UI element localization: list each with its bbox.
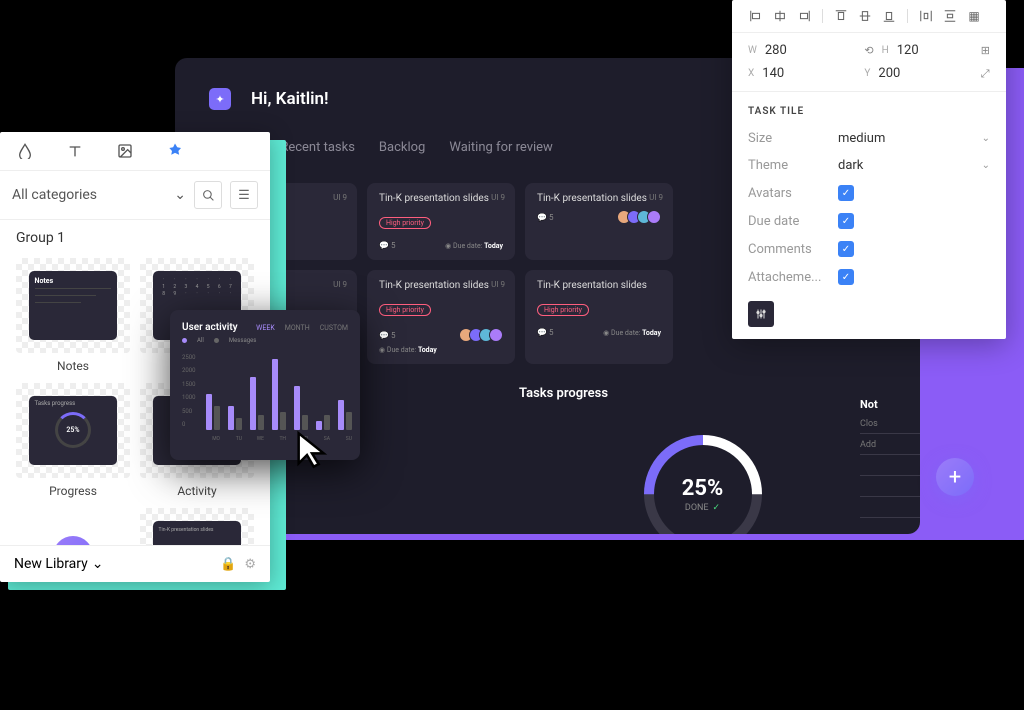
group-label: Group 1 xyxy=(0,220,270,250)
library-item[interactable]: Tin-K presentation slides xyxy=(140,508,254,545)
bar-chart: 2500 2000 1500 1000 500 0 MO TU WE TH FR… xyxy=(182,354,348,442)
section-title: TASK TILE xyxy=(732,92,1006,125)
gear-icon[interactable]: ⚙ xyxy=(244,557,256,572)
distribute-v-icon[interactable] xyxy=(940,6,960,26)
app-logo: ✦ xyxy=(209,88,231,110)
lock-aspect-icon[interactable]: ⤢ xyxy=(981,67,990,81)
priority-badge: High priority xyxy=(379,304,431,316)
range-custom[interactable]: CUSTOM xyxy=(320,324,348,332)
comments-icon: 💬 5 xyxy=(537,213,553,222)
chevron-down-icon: ⌄ xyxy=(982,160,990,171)
library-footer: New Library ⌄ 🔒 ⚙ xyxy=(0,545,270,582)
library-item-progress[interactable]: Tasks progress25% Progress xyxy=(16,383,130,498)
lock-icon[interactable]: 🔒 xyxy=(220,557,236,572)
chart-legend: All Messages xyxy=(182,337,348,344)
attachments-checkbox[interactable]: ✓ xyxy=(838,269,854,285)
tab-review[interactable]: Waiting for review xyxy=(449,140,552,165)
alignment-toolbar: ▦ xyxy=(732,0,1006,33)
constraints-icon[interactable]: ⊞ xyxy=(981,44,990,57)
chevron-down-icon: ⌄ xyxy=(174,187,186,203)
image-icon[interactable] xyxy=(116,142,134,160)
align-center-v-icon[interactable] xyxy=(855,6,875,26)
task-card[interactable]: Tin-K presentation slides UI 9 💬 5 xyxy=(525,183,673,260)
comments-icon: 💬 5 xyxy=(379,241,395,250)
chevron-down-icon: ⌄ xyxy=(92,556,104,572)
range-week[interactable]: WEEK xyxy=(256,324,275,332)
tasks-progress: Tasks progress 25% DONE✓ xyxy=(519,386,886,534)
tab-recent[interactable]: Recent tasks xyxy=(280,140,355,165)
avatars-checkbox[interactable]: ✓ xyxy=(838,185,854,201)
width-field[interactable]: W280 xyxy=(748,43,852,58)
height-field[interactable]: ⟲H120 xyxy=(864,43,968,58)
priority-badge: High priority xyxy=(537,304,589,316)
align-top-icon[interactable] xyxy=(831,6,851,26)
due-date-checkbox[interactable]: ✓ xyxy=(838,213,854,229)
rotate-icon[interactable]: ⟲ xyxy=(864,44,873,57)
plus-icon[interactable]: + xyxy=(53,536,93,546)
components-icon[interactable] xyxy=(166,142,184,160)
user-activity-chart[interactable]: User activity WEEK MONTH CUSTOM All Mess… xyxy=(170,310,360,460)
library-add[interactable]: + xyxy=(16,508,130,545)
tab-backlog[interactable]: Backlog xyxy=(379,140,425,165)
theme-select[interactable]: dark⌄ xyxy=(838,158,990,173)
library-name-select[interactable]: New Library ⌄ xyxy=(14,556,212,572)
comments-checkbox[interactable]: ✓ xyxy=(838,241,854,257)
y-field[interactable]: Y200 xyxy=(864,66,968,81)
task-card[interactable]: Tin-K presentation slides UI 9 High prio… xyxy=(367,270,515,364)
align-left-icon[interactable] xyxy=(746,6,766,26)
grid-icon[interactable]: ▦ xyxy=(964,6,984,26)
range-month[interactable]: MONTH xyxy=(285,324,310,332)
category-select[interactable]: All categories ⌄ xyxy=(12,187,186,203)
drop-icon[interactable] xyxy=(16,142,34,160)
library-item-notes[interactable]: Notes Notes xyxy=(16,258,130,373)
align-right-icon[interactable] xyxy=(794,6,814,26)
priority-badge: High priority xyxy=(379,217,431,229)
comments-icon: 💬 5 xyxy=(379,331,395,340)
text-icon[interactable] xyxy=(66,142,84,160)
x-field[interactable]: X140 xyxy=(748,66,852,81)
chevron-down-icon: ⌄ xyxy=(982,133,990,144)
size-select[interactable]: medium⌄ xyxy=(838,131,990,146)
due-date: ◉ Due date: Today xyxy=(445,242,503,250)
add-button[interactable]: + xyxy=(936,458,974,496)
notes-panel: Not Clos Add xyxy=(860,398,920,534)
properties-panel: ▦ W280 ⟲H120 ⊞ X140 Y200 ⤢ TASK TILE Siz… xyxy=(732,0,1006,339)
check-icon: ✓ xyxy=(713,503,721,513)
distribute-h-icon[interactable] xyxy=(916,6,936,26)
search-button[interactable] xyxy=(194,181,222,209)
comments-icon: 💬 5 xyxy=(537,328,553,337)
list-view-button[interactable]: ☰ xyxy=(230,181,258,209)
task-card[interactable]: Tin-K presentation slides High priority … xyxy=(525,270,673,364)
settings-icon[interactable] xyxy=(748,301,774,327)
greeting: Hi, Kaitlin! xyxy=(251,89,329,109)
align-bottom-icon[interactable] xyxy=(879,6,899,26)
progress-donut: 25% DONE✓ xyxy=(638,429,768,534)
align-center-h-icon[interactable] xyxy=(770,6,790,26)
task-card[interactable]: Tin-K presentation slides UI 9 High prio… xyxy=(367,183,515,260)
